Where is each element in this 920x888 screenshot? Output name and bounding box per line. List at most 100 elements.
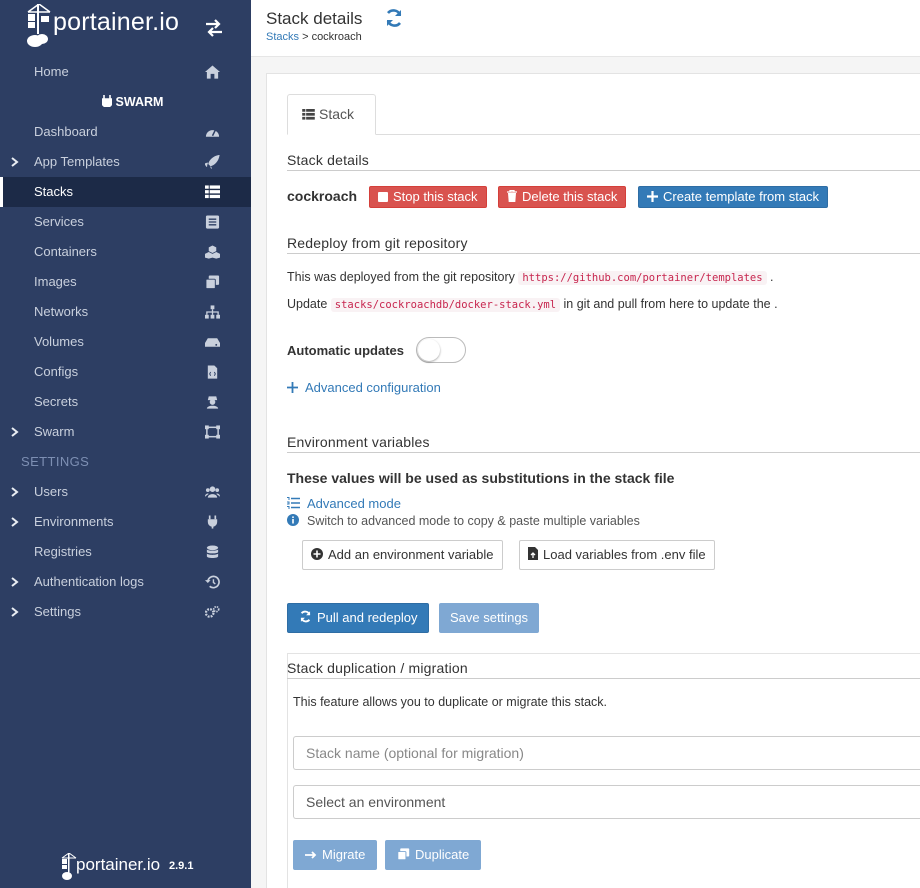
git-repo-line: This was deployed from the git repositor… [287,270,774,285]
section-title-environment-variables: Environment variables [287,434,430,450]
sidebar-item-settings[interactable]: Settings [0,597,251,627]
sidebar-item-label: Users [34,484,68,499]
compose-path-line: Update stacks/cockroachdb/docker-stack.y… [287,297,778,312]
toggle-knob [418,339,440,361]
sidebar-nav: Home SWARM Dashboard App Templates Stack… [0,57,251,627]
file-code-icon [207,365,218,379]
exchange-icon[interactable] [204,19,224,37]
compose-path: stacks/cockroachdb/docker-stack.yml [330,298,561,312]
sidebar-item-networks[interactable]: Networks [0,297,251,327]
sidebar-item-containers[interactable]: Containers [0,237,251,267]
section-divider [287,253,920,254]
load-env-file-button[interactable]: Load variables from .env file [519,540,715,570]
sitemap-icon [205,305,220,319]
button-label: Duplicate [415,847,470,862]
sidebar-item-label: Environments [34,514,114,529]
file-upload-icon [528,547,538,560]
section-title-stack-details: Stack details [287,152,369,168]
sidebar-item-volumes[interactable]: Volumes [0,327,251,357]
save-settings-button[interactable]: Save settings [439,603,540,633]
compose-path-suffix: in git and pull from here to update the … [560,297,778,311]
env-description: These values will be used as substitutio… [287,470,675,486]
delete-stack-button[interactable]: Delete this stack [498,186,627,208]
list-alt-icon [205,215,220,229]
sidebar: portainer.io Home SWARM Dashboard App Te… [0,0,251,888]
advanced-configuration-link[interactable]: Advanced configuration [287,380,441,395]
section-title-duplication: Stack duplication / migration [287,660,468,676]
link-label: Advanced mode [307,496,401,511]
sidebar-group-swarm: SWARM [0,87,251,117]
button-label: Migrate [322,847,366,862]
tachometer-icon [205,129,220,137]
sidebar-item-images[interactable]: Images [0,267,251,297]
sidebar-item-label: Stacks [34,184,74,199]
sidebar-item-label: Registries [34,544,92,559]
git-repo-prefix: This was deployed from the git repositor… [287,270,519,284]
compose-path-prefix: Update [287,297,331,311]
sidebar-item-stacks[interactable]: Stacks [0,177,251,207]
sidebar-item-label: Services [34,214,84,229]
refresh-icon[interactable] [384,8,404,28]
create-template-button[interactable]: Create template from stack [638,186,829,208]
rocket-icon [205,155,220,169]
page-header: Stack details Stacks > cockroach [251,0,920,57]
sidebar-item-dashboard[interactable]: Dashboard [0,117,251,147]
sidebar-item-services[interactable]: Services [0,207,251,237]
stop-icon [378,192,388,202]
th-list-icon [205,185,220,199]
duplication-panel [287,653,920,888]
link-label: Advanced configuration [305,380,441,395]
button-label: Create template from stack [663,189,820,204]
sidebar-item-label: Settings [34,604,81,619]
button-label: Add an environment variable [328,547,494,562]
add-environment-variable-button[interactable]: Add an environment variable [302,540,503,570]
sidebar-item-label: Configs [34,364,79,379]
footer-brand: portainer.io [76,855,161,874]
sidebar-item-configs[interactable]: Configs [0,357,251,387]
plug-icon [101,95,112,107]
hdd-icon [205,338,220,347]
sidebar-item-app-templates[interactable]: App Templates [0,147,251,177]
git-repo-url: https://github.com/portainer/templates [518,271,767,285]
plug-icon [207,515,218,529]
sidebar-item-registries[interactable]: Registries [0,537,251,567]
automatic-updates-label: Automatic updates [287,343,405,358]
portainer-logo-icon[interactable] [26,4,52,48]
sidebar-item-users[interactable]: Users [0,477,251,507]
sidebar-group-label: SWARM [115,95,164,109]
brand-header: portainer.io [0,0,251,56]
sidebar-item-label: Networks [34,304,89,319]
breadcrumb-separator: > [299,31,312,43]
stop-stack-button[interactable]: Stop this stack [369,186,487,208]
tab-stack[interactable]: Stack [287,94,376,135]
sidebar-item-secrets[interactable]: Secrets [0,387,251,417]
sidebar-item-label: Swarm [34,424,75,439]
button-label: Load variables from .env file [543,547,706,562]
brand-name[interactable]: portainer.io [53,8,179,37]
migrate-button[interactable]: Migrate [293,840,378,870]
button-label: Stop this stack [393,189,478,204]
stack-name-input[interactable] [293,736,920,770]
sidebar-item-authentication-logs[interactable]: Authentication logs [0,567,251,597]
sidebar-item-environments[interactable]: Environments [0,507,251,537]
sidebar-item-label: App Templates [34,154,120,169]
environment-select[interactable]: Select an environment [293,785,920,819]
sidebar-footer: portainer.io 2.9.1 [0,850,251,888]
section-divider [287,678,920,679]
breadcrumb-link-stacks[interactable]: Stacks [266,31,299,43]
sidebar-item-swarm[interactable]: Swarm [0,417,251,447]
cogs-icon [205,605,220,618]
history-icon [205,575,220,589]
section-title-redeploy: Redeploy from git repository [287,235,468,251]
pull-and-redeploy-button[interactable]: Pull and redeploy [287,603,430,633]
breadcrumb: Stacks > cockroach [266,31,362,43]
arrow-right-icon [305,851,317,859]
duplicate-button[interactable]: Duplicate [385,840,482,870]
advanced-mode-link[interactable]: Advanced mode [287,496,401,511]
advanced-mode-hint: Switch to advanced mode to copy & paste … [287,514,640,528]
users-icon [205,486,220,498]
automatic-updates-toggle[interactable] [416,337,466,363]
object-group-icon [205,425,220,439]
home-icon [205,65,220,79]
sidebar-item-home[interactable]: Home [0,57,251,87]
